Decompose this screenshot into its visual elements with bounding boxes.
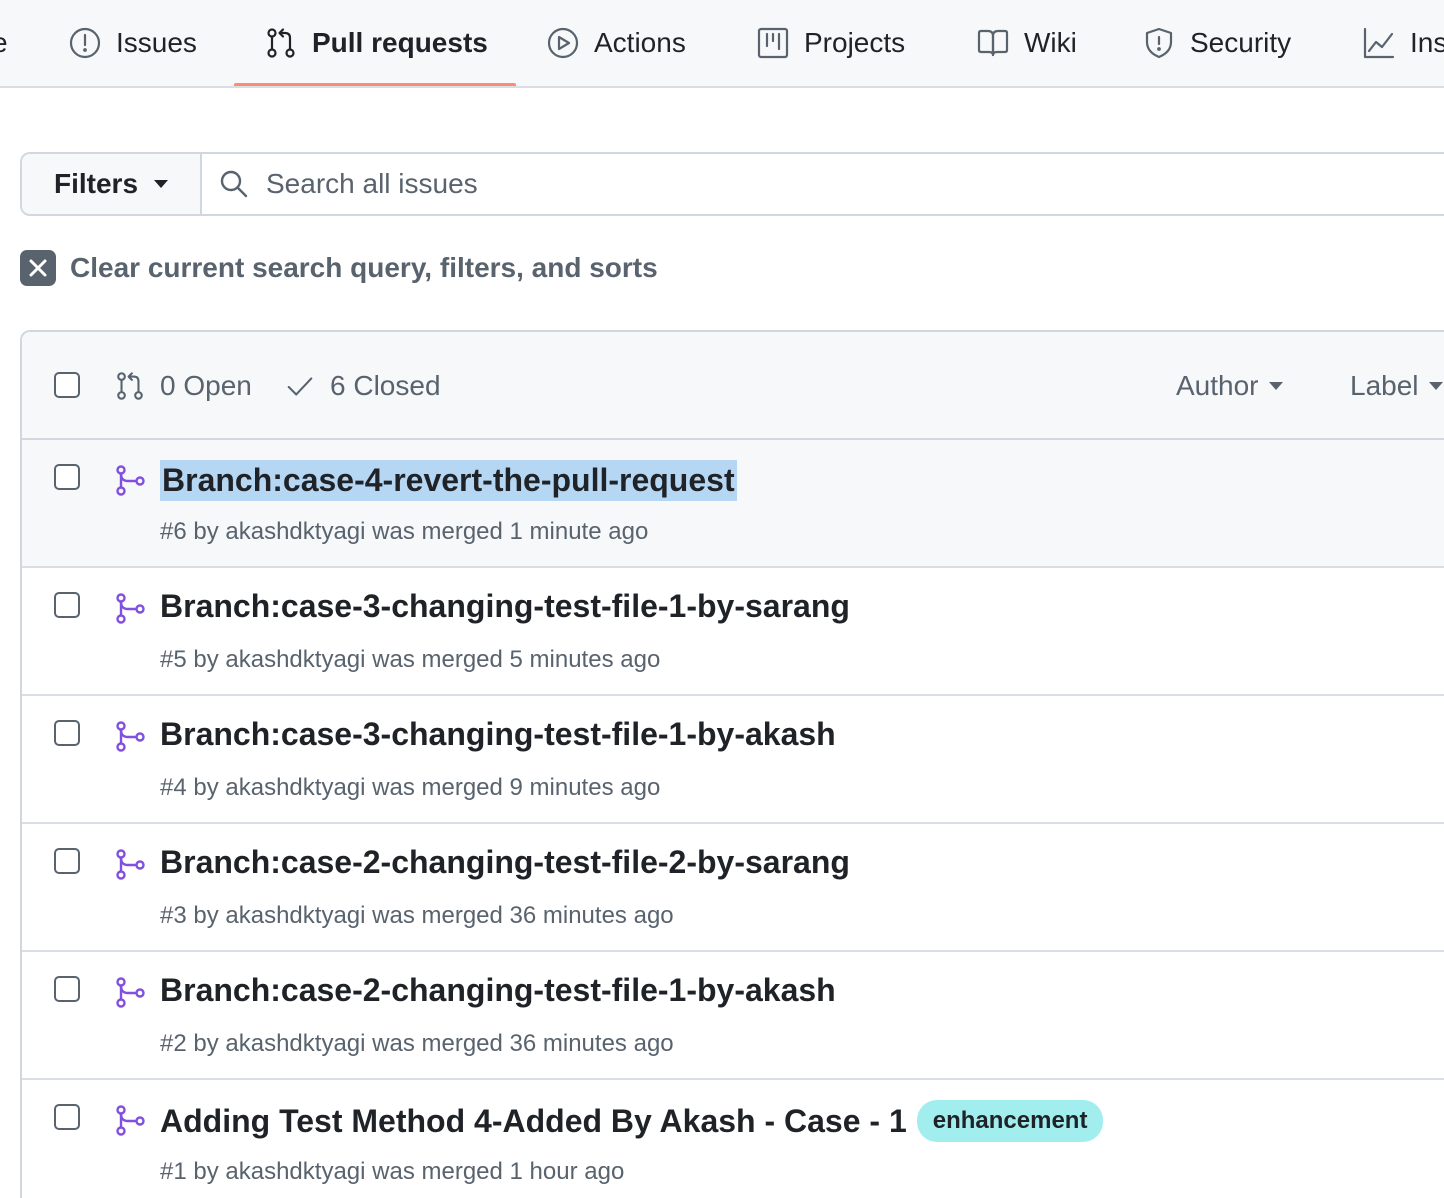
list-header: 0 Open 6 Closed Author Label bbox=[22, 332, 1444, 440]
pull-request-title-link[interactable]: Branch:case-2-changing-test-file-1-by-ak… bbox=[160, 972, 836, 1009]
close-icon bbox=[20, 250, 56, 286]
closed-count-label: 6 Closed bbox=[330, 370, 441, 401]
tab-pull-requests[interactable]: Pull requests bbox=[264, 0, 488, 86]
filter-bar: Filters bbox=[20, 152, 1444, 216]
pull-request-title-link[interactable]: Branch:case-4-revert-the-pull-request bbox=[160, 460, 737, 501]
list-item: Branch:case-3-changing-test-file-1-by-ak… bbox=[22, 696, 1444, 824]
merged-icon bbox=[114, 848, 146, 880]
list-item: Branch:case-2-changing-test-file-2-by-sa… bbox=[22, 824, 1444, 952]
check-icon bbox=[287, 377, 313, 396]
pull-request-meta: #5 by akashdktyagi was merged 5 minutes … bbox=[160, 646, 661, 673]
filters-button-label: Filters bbox=[54, 168, 139, 199]
shield-icon bbox=[1145, 27, 1173, 59]
row-checkbox[interactable] bbox=[54, 1104, 80, 1130]
list-item: Branch:case-3-changing-test-file-1-by-sa… bbox=[22, 568, 1444, 696]
filters-button[interactable]: Filters bbox=[22, 154, 202, 214]
repo-nav: e Issues Pull requests Actions Projects … bbox=[0, 0, 1444, 88]
tab-issues-label: Issues bbox=[116, 27, 197, 58]
select-all-checkbox[interactable] bbox=[54, 372, 80, 398]
list-item: Branch:case-4-revert-the-pull-request #6… bbox=[22, 440, 1444, 568]
tab-issues[interactable]: Issues bbox=[68, 0, 197, 86]
table-icon bbox=[757, 27, 789, 59]
pull-request-title-link[interactable]: Branch:case-3-changing-test-file-1-by-ak… bbox=[160, 716, 836, 753]
tab-security-label: Security bbox=[1190, 27, 1292, 58]
active-tab-indicator bbox=[234, 83, 516, 86]
label-filter[interactable]: Label bbox=[1350, 332, 1443, 440]
pull-request-icon bbox=[117, 372, 143, 400]
pull-request-meta: #2 by akashdktyagi was merged 36 minutes… bbox=[160, 1030, 674, 1057]
tab-code-label: e bbox=[0, 27, 8, 59]
tab-wiki[interactable]: Wiki bbox=[976, 0, 1077, 86]
label-badge-enhancement[interactable]: enhancement bbox=[916, 1100, 1104, 1142]
issue-icon bbox=[69, 27, 101, 59]
pull-request-icon bbox=[267, 28, 295, 58]
clear-filters-label: Clear current search query, filters, and… bbox=[70, 252, 658, 283]
tab-pull-requests-label: Pull requests bbox=[312, 27, 488, 58]
merged-icon bbox=[114, 976, 146, 1008]
chevron-down-icon bbox=[1268, 382, 1283, 390]
book-icon bbox=[977, 29, 1009, 57]
row-checkbox[interactable] bbox=[54, 464, 80, 490]
pull-request-meta: #3 by akashdktyagi was merged 36 minutes… bbox=[160, 902, 674, 929]
list-item: Branch:case-2-changing-test-file-1-by-ak… bbox=[22, 952, 1444, 1080]
tab-actions-label: Actions bbox=[594, 27, 686, 58]
row-checkbox[interactable] bbox=[54, 592, 80, 618]
merged-icon bbox=[114, 464, 146, 496]
open-filter[interactable]: 0 Open bbox=[114, 332, 252, 440]
pull-request-list: 0 Open 6 Closed Author Label Branch:case… bbox=[20, 330, 1444, 1198]
pull-request-title-link[interactable]: Adding Test Method 4-Added By Akash - Ca… bbox=[160, 1103, 907, 1140]
tab-wiki-label: Wiki bbox=[1024, 27, 1077, 58]
chevron-down-icon bbox=[154, 180, 169, 188]
row-checkbox[interactable] bbox=[54, 976, 80, 1002]
pull-request-title-link[interactable]: Branch:case-3-changing-test-file-1-by-sa… bbox=[160, 588, 850, 625]
label-filter-label: Label bbox=[1350, 370, 1419, 401]
merged-icon bbox=[114, 720, 146, 752]
search-input[interactable] bbox=[266, 168, 1166, 200]
tab-insights-label: Ins bbox=[1410, 27, 1444, 58]
tab-insights[interactable]: Ins bbox=[1362, 0, 1444, 86]
pull-request-title-link[interactable]: Branch:case-2-changing-test-file-2-by-sa… bbox=[160, 844, 850, 881]
graph-icon bbox=[1363, 27, 1395, 59]
search-box bbox=[202, 154, 1444, 214]
row-checkbox[interactable] bbox=[54, 720, 80, 746]
pull-request-meta: #6 by akashdktyagi was merged 1 minute a… bbox=[160, 518, 649, 545]
chevron-down-icon bbox=[1428, 382, 1443, 390]
play-icon bbox=[547, 27, 579, 59]
row-checkbox[interactable] bbox=[54, 848, 80, 874]
tab-projects-label: Projects bbox=[804, 27, 906, 58]
merged-icon bbox=[114, 1104, 146, 1136]
clear-filters-link[interactable]: Clear current search query, filters, and… bbox=[20, 250, 658, 286]
open-count-label: 0 Open bbox=[160, 370, 252, 401]
tab-security[interactable]: Security bbox=[1142, 0, 1291, 86]
pull-request-meta: #4 by akashdktyagi was merged 9 minutes … bbox=[160, 774, 661, 801]
list-item: Adding Test Method 4-Added By Akash - Ca… bbox=[22, 1080, 1444, 1198]
tab-projects[interactable]: Projects bbox=[756, 0, 905, 86]
tab-actions[interactable]: Actions bbox=[546, 0, 686, 86]
merged-icon bbox=[114, 592, 146, 624]
pull-request-meta: #1 by akashdktyagi was merged 1 hour ago bbox=[160, 1158, 625, 1185]
search-icon bbox=[220, 170, 248, 198]
closed-filter[interactable]: 6 Closed bbox=[284, 332, 441, 440]
author-filter-label: Author bbox=[1176, 370, 1259, 401]
author-filter[interactable]: Author bbox=[1176, 332, 1283, 440]
tab-code[interactable]: e bbox=[0, 0, 8, 86]
